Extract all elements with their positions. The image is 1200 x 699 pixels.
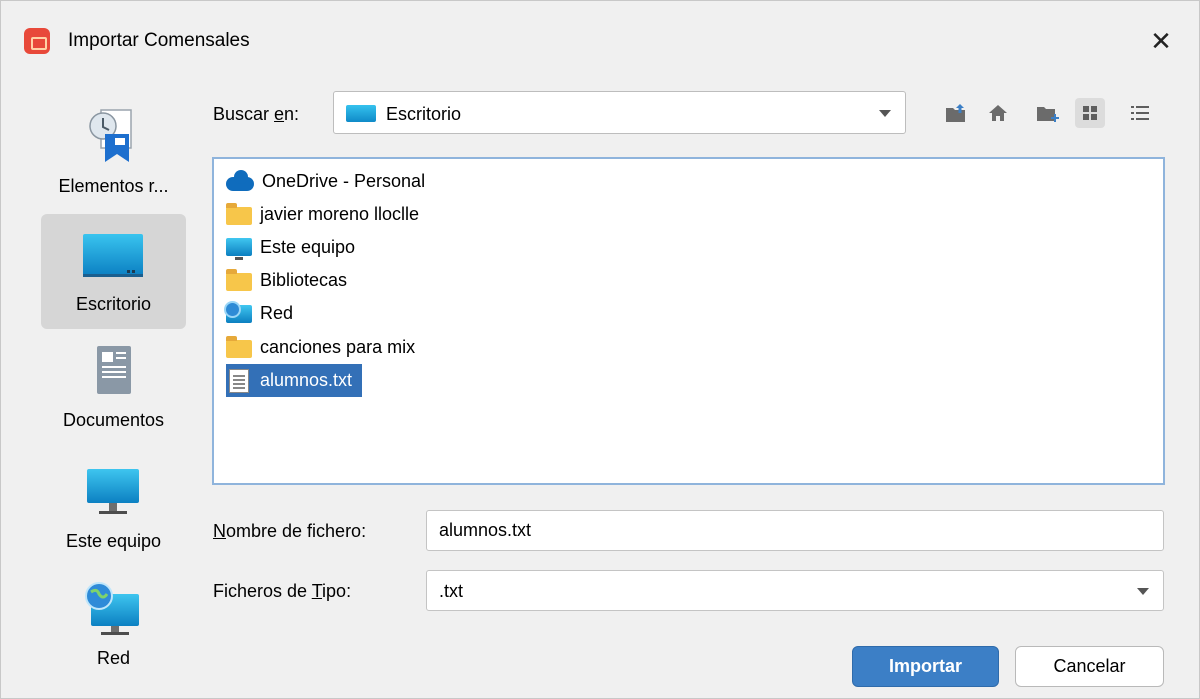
lookin-value: Escritorio — [386, 104, 462, 124]
file-list[interactable]: OneDrive - Personal javier moreno llocll… — [212, 157, 1165, 485]
place-label: Documentos — [62, 410, 165, 430]
filetype-combobox[interactable]: .txt — [426, 570, 1164, 611]
details-view-icon — [1131, 106, 1149, 120]
list-item[interactable]: javier moreno lloclle — [226, 198, 429, 231]
desktop-icon — [346, 105, 376, 122]
home-button[interactable] — [983, 98, 1013, 128]
onedrive-icon — [226, 169, 254, 191]
list-item[interactable]: Este equipo — [226, 231, 365, 264]
folder-icon — [226, 269, 252, 291]
list-view-button[interactable] — [1075, 98, 1105, 128]
app-icon — [24, 28, 50, 54]
desktop-icon — [83, 234, 143, 277]
list-item[interactable]: Bibliotecas — [226, 264, 357, 297]
folder-icon — [226, 336, 252, 358]
filetype-label: Ficheros de Tipo: — [213, 581, 352, 601]
new-folder-icon — [1037, 107, 1059, 122]
place-label: Escritorio — [75, 294, 151, 314]
new-folder-button[interactable] — [1033, 98, 1063, 128]
home-icon — [989, 105, 1007, 121]
window-title: Importar Comensales — [68, 30, 250, 51]
list-view-icon — [1083, 106, 1097, 120]
file-dialog: Importar Comensales ✕ Elementos r... Esc… — [0, 0, 1200, 699]
network-icon — [85, 582, 139, 635]
lookin-combobox[interactable]: Escritorio — [333, 91, 906, 134]
text-file-icon — [229, 368, 249, 393]
place-recent-items[interactable]: Elementos r... — [41, 96, 186, 211]
documents-icon — [97, 346, 131, 394]
list-item-selected[interactable]: alumnos.txt — [226, 364, 363, 397]
title-bar: Importar Comensales ✕ — [1, 1, 1199, 83]
list-item[interactable]: OneDrive - Personal — [226, 165, 435, 198]
close-button[interactable]: ✕ — [1141, 21, 1181, 61]
network-icon — [224, 300, 252, 323]
places-sidebar: Elementos r... Escritorio Documentos Est… — [39, 96, 189, 696]
place-documents[interactable]: Documentos — [41, 332, 186, 447]
filename-label: Nombre de fichero: — [213, 521, 367, 541]
cancel-button[interactable]: Cancelar — [1015, 646, 1164, 687]
place-desktop[interactable]: Escritorio — [41, 214, 186, 329]
this-pc-icon — [226, 237, 252, 260]
place-label: Este equipo — [65, 531, 162, 551]
list-item[interactable]: canciones para mix — [226, 331, 425, 364]
up-folder-icon — [946, 104, 965, 122]
chevron-down-icon — [879, 110, 891, 117]
place-label: Red — [96, 648, 131, 668]
import-button[interactable]: Importar — [852, 646, 999, 687]
details-view-button[interactable] — [1125, 98, 1155, 128]
folder-icon — [226, 203, 252, 225]
this-pc-icon — [87, 469, 139, 514]
recent-items-icon — [89, 109, 132, 162]
list-item[interactable]: Red — [224, 297, 303, 330]
filetype-value: .txt — [439, 581, 464, 601]
place-network[interactable]: Red — [41, 568, 186, 683]
place-this-pc[interactable]: Este equipo — [41, 451, 186, 566]
filename-input[interactable] — [426, 510, 1164, 551]
chevron-down-icon — [1137, 588, 1149, 595]
up-folder-button[interactable] — [941, 98, 971, 128]
place-label: Elementos r... — [58, 176, 169, 196]
lookin-label: Buscar en: — [213, 104, 300, 124]
